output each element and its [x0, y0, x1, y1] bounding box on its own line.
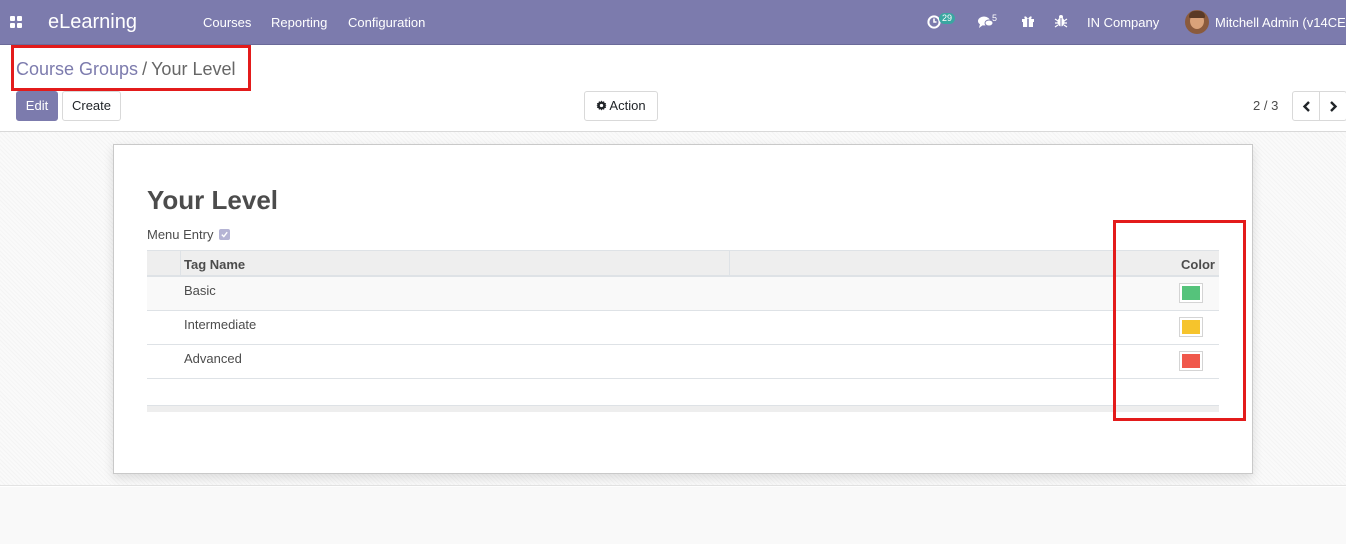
table-footer — [147, 405, 1219, 412]
pager-value[interactable]: 2 / 3 — [1253, 98, 1278, 113]
user-menu[interactable]: Mitchell Admin (v14CE — [1215, 15, 1346, 30]
color-column-highlight — [1113, 220, 1246, 421]
pager-previous-button[interactable] — [1292, 91, 1320, 121]
gift-icon — [1022, 16, 1034, 27]
gift-menu[interactable] — [1021, 13, 1035, 31]
message-count-badge: 5 — [992, 13, 998, 23]
tag-name-cell: Basic — [184, 283, 216, 298]
top-navbar: eLearning Courses Reporting Configuratio… — [0, 0, 1346, 45]
bug-icon — [1054, 15, 1068, 28]
control-panel: Course Groups / Your Level Edit Create Act… — [0, 45, 1346, 132]
menu-configuration[interactable]: Configuration — [348, 15, 425, 30]
activity-count-badge: 29 — [939, 13, 956, 24]
form-sheet: Your Level Menu Entry Tag Name Color Bas… — [113, 144, 1253, 474]
apps-menu-icon[interactable] — [10, 16, 22, 28]
chevron-left-icon — [1302, 101, 1310, 112]
tag-name-cell: Advanced — [184, 351, 242, 366]
app-title[interactable]: eLearning — [48, 11, 137, 33]
messages-menu[interactable]: 5 — [978, 13, 1002, 31]
chevron-right-icon — [1330, 101, 1338, 112]
breadcrumb-separator: / — [142, 59, 148, 79]
company-switcher[interactable]: IN Company — [1087, 15, 1159, 30]
action-button[interactable]: Action — [584, 91, 658, 121]
action-button-label: Action — [609, 98, 646, 113]
gear-icon — [596, 100, 607, 111]
user-avatar[interactable] — [1185, 10, 1209, 34]
tag-name-column-header[interactable]: Tag Name — [184, 257, 245, 272]
breadcrumb: Course Groups / Your Level — [16, 59, 235, 79]
menu-courses[interactable]: Courses — [203, 15, 251, 30]
column-divider — [729, 251, 730, 276]
edit-button[interactable]: Edit — [16, 91, 58, 121]
menu-reporting[interactable]: Reporting — [271, 15, 327, 30]
create-button[interactable]: Create — [62, 91, 121, 121]
debug-menu[interactable] — [1054, 13, 1068, 31]
activity-menu[interactable]: 29 — [927, 13, 957, 31]
tag-name-cell: Intermediate — [184, 317, 257, 332]
table-header: Tag Name Color — [147, 250, 1219, 277]
record-title: Your Level — [147, 185, 279, 215]
table-row[interactable]: Intermediate — [147, 311, 1219, 345]
breadcrumb-parent-link[interactable]: Course Groups — [16, 59, 138, 79]
breadcrumb-current: Your Level — [151, 59, 236, 79]
menu-entry-label: Menu Entry — [147, 227, 214, 242]
pager-next-button[interactable] — [1320, 91, 1346, 121]
checkmark-icon — [221, 231, 228, 238]
menu-entry-checkbox — [219, 229, 230, 240]
handle-column-header — [147, 251, 181, 276]
table-row[interactable]: Advanced — [147, 345, 1219, 379]
tags-table: Tag Name Color Basic Intermediate Advanc… — [147, 250, 1219, 379]
chatter-area — [0, 487, 1346, 544]
table-row[interactable]: Basic — [147, 277, 1219, 311]
